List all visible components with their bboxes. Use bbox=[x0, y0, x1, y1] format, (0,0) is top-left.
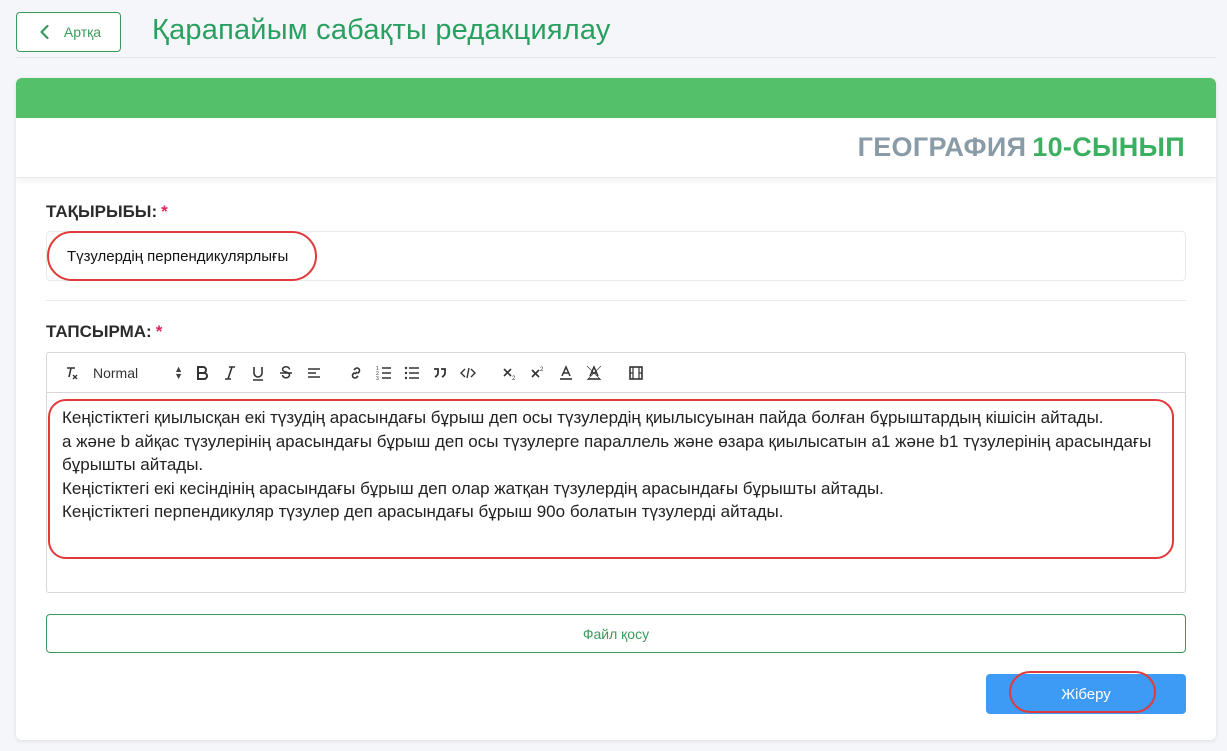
video-icon[interactable] bbox=[625, 362, 647, 384]
svg-text:3: 3 bbox=[376, 376, 379, 381]
bold-icon[interactable] bbox=[191, 362, 213, 384]
subject-heading: ГЕОГРАФИЯ 10-СЫНЫП bbox=[858, 132, 1185, 163]
field-divider bbox=[46, 300, 1186, 301]
heading-select[interactable]: Normal ▲ ▼ bbox=[91, 362, 183, 384]
svg-text:2: 2 bbox=[540, 367, 544, 373]
back-button[interactable]: Артқа bbox=[16, 12, 121, 52]
topic-input[interactable] bbox=[46, 231, 1186, 281]
card-color-band bbox=[16, 78, 1216, 118]
heading-select-value: Normal bbox=[93, 364, 139, 381]
italic-icon[interactable] bbox=[219, 362, 241, 384]
text-color-icon[interactable] bbox=[555, 362, 577, 384]
subject-name: ГЕОГРАФИЯ bbox=[857, 132, 1027, 162]
lesson-edit-card: ГЕОГРАФИЯ10-СЫНЫП ТАҚЫРЫБЫ:* ТАПСЫРМА:* … bbox=[16, 78, 1216, 740]
editor-content[interactable]: Кеңістіктегі қиылысқан екі түзудің арасы… bbox=[47, 393, 1185, 537]
topic-label: ТАҚЫРЫБЫ: * bbox=[46, 202, 168, 222]
bullet-list-icon[interactable] bbox=[401, 362, 423, 384]
task-paragraph: Кеңістіктегі екі кесіндінің арасындағы б… bbox=[62, 478, 884, 498]
submit-button[interactable]: Жіберу bbox=[986, 674, 1186, 714]
strikethrough-icon[interactable] bbox=[275, 362, 297, 384]
editor-toolbar: Normal ▲ ▼ 123 2 2 bbox=[47, 353, 1185, 393]
back-button-label: Артқа bbox=[63, 24, 102, 40]
required-mark: * bbox=[161, 202, 168, 221]
svg-text:2: 2 bbox=[512, 376, 516, 381]
task-paragraph: Кеңістіктегі перпендикуляр түзулер деп а… bbox=[62, 502, 784, 521]
title-divider bbox=[16, 57, 1216, 58]
code-icon[interactable] bbox=[457, 362, 479, 384]
link-icon[interactable] bbox=[345, 362, 367, 384]
ordered-list-icon[interactable]: 123 bbox=[373, 362, 395, 384]
page-title: Қарапайым сабақты редакциялау bbox=[152, 14, 611, 46]
task-label: ТАПСЫРМА: * bbox=[46, 322, 162, 342]
align-icon[interactable] bbox=[303, 362, 325, 384]
clear-format-icon[interactable] bbox=[61, 362, 83, 384]
task-editor: Normal ▲ ▼ 123 2 2 Кеңістіктегі қиылысқа… bbox=[46, 352, 1186, 593]
topic-label-text: ТАҚЫРЫБЫ: bbox=[46, 202, 158, 221]
task-label-text: ТАПСЫРМА: bbox=[46, 322, 152, 341]
subscript-icon[interactable]: 2 bbox=[499, 362, 521, 384]
add-file-button[interactable]: Файл қосу bbox=[46, 614, 1186, 653]
blockquote-icon[interactable] bbox=[429, 362, 451, 384]
select-arrows-icon: ▲ ▼ bbox=[174, 363, 183, 381]
underline-icon[interactable] bbox=[247, 362, 269, 384]
chevron-left-icon bbox=[36, 23, 54, 41]
superscript-icon[interactable]: 2 bbox=[527, 362, 549, 384]
task-paragraph: Кеңістіктегі қиылысқан екі түзудің арасы… bbox=[62, 408, 1104, 427]
background-color-icon[interactable] bbox=[583, 362, 605, 384]
required-mark: * bbox=[155, 322, 163, 341]
card-header: ГЕОГРАФИЯ 10-СЫНЫП bbox=[16, 118, 1216, 178]
task-paragraph: а және b айқас түзулерінің арасындағы бұ… bbox=[62, 431, 1152, 475]
subject-grade: 10-СЫНЫП bbox=[1032, 132, 1185, 162]
